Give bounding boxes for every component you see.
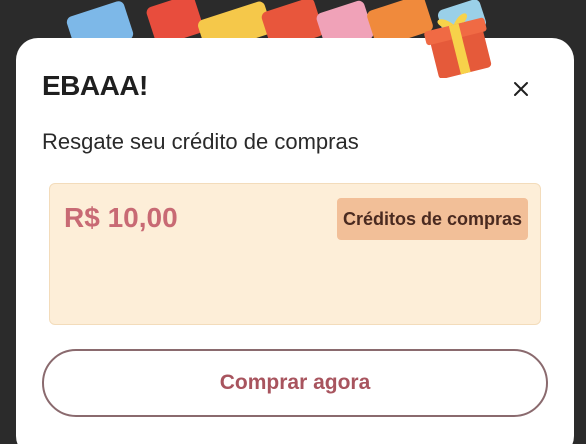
modal-title: EBAAA! <box>42 70 148 101</box>
credit-amount: R$ 10,00 <box>64 202 178 233</box>
credit-type-badge: Créditos de compras <box>337 198 528 240</box>
close-icon <box>513 81 529 102</box>
reward-modal: EBAAA! Resgate seu crédito de compras R$… <box>16 38 574 444</box>
gift-box-icon <box>424 6 494 79</box>
modal-subtitle: Resgate seu crédito de compras <box>42 129 359 154</box>
buy-now-button[interactable]: Comprar agora <box>42 349 548 417</box>
close-button[interactable] <box>508 78 534 104</box>
credit-card: R$ 10,00 Créditos de compras <box>49 183 541 325</box>
